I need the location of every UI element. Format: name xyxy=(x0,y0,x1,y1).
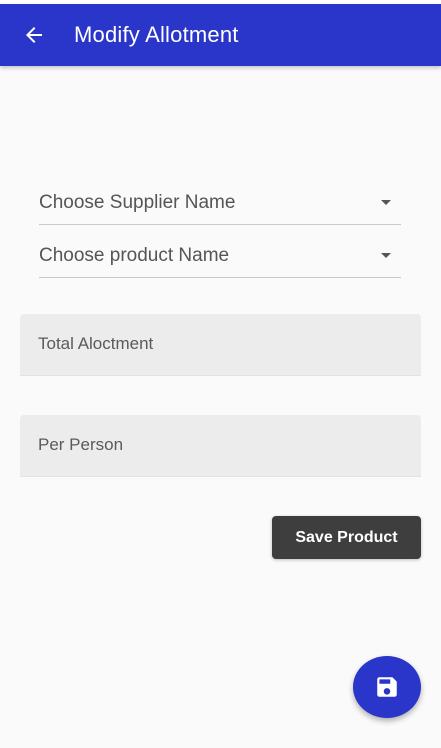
per-person-placeholder: Per Person xyxy=(38,435,124,454)
product-dropdown-label: Choose product Name xyxy=(39,245,230,266)
product-dropdown[interactable]: Choose product Name xyxy=(39,239,401,278)
arrow-left-icon xyxy=(26,27,42,43)
save-icon xyxy=(377,677,397,697)
supplier-dropdown[interactable]: Choose Supplier Name xyxy=(39,186,401,225)
save-product-button[interactable]: Save Product xyxy=(272,516,421,559)
page-title: Modify Allotment xyxy=(74,22,239,47)
arrow-drop-down-icon xyxy=(381,200,391,205)
supplier-dropdown-label: Choose Supplier Name xyxy=(39,192,236,213)
per-person-field[interactable]: Per Person xyxy=(20,415,421,477)
arrow-drop-down-icon xyxy=(381,253,391,258)
back-button[interactable] xyxy=(14,15,54,55)
total-allotment-placeholder: Total Aloctment xyxy=(38,334,154,353)
total-allotment-field[interactable]: Total Aloctment xyxy=(20,314,421,376)
app-bar: Modify Allotment xyxy=(0,4,441,66)
save-fab[interactable] xyxy=(353,656,421,718)
